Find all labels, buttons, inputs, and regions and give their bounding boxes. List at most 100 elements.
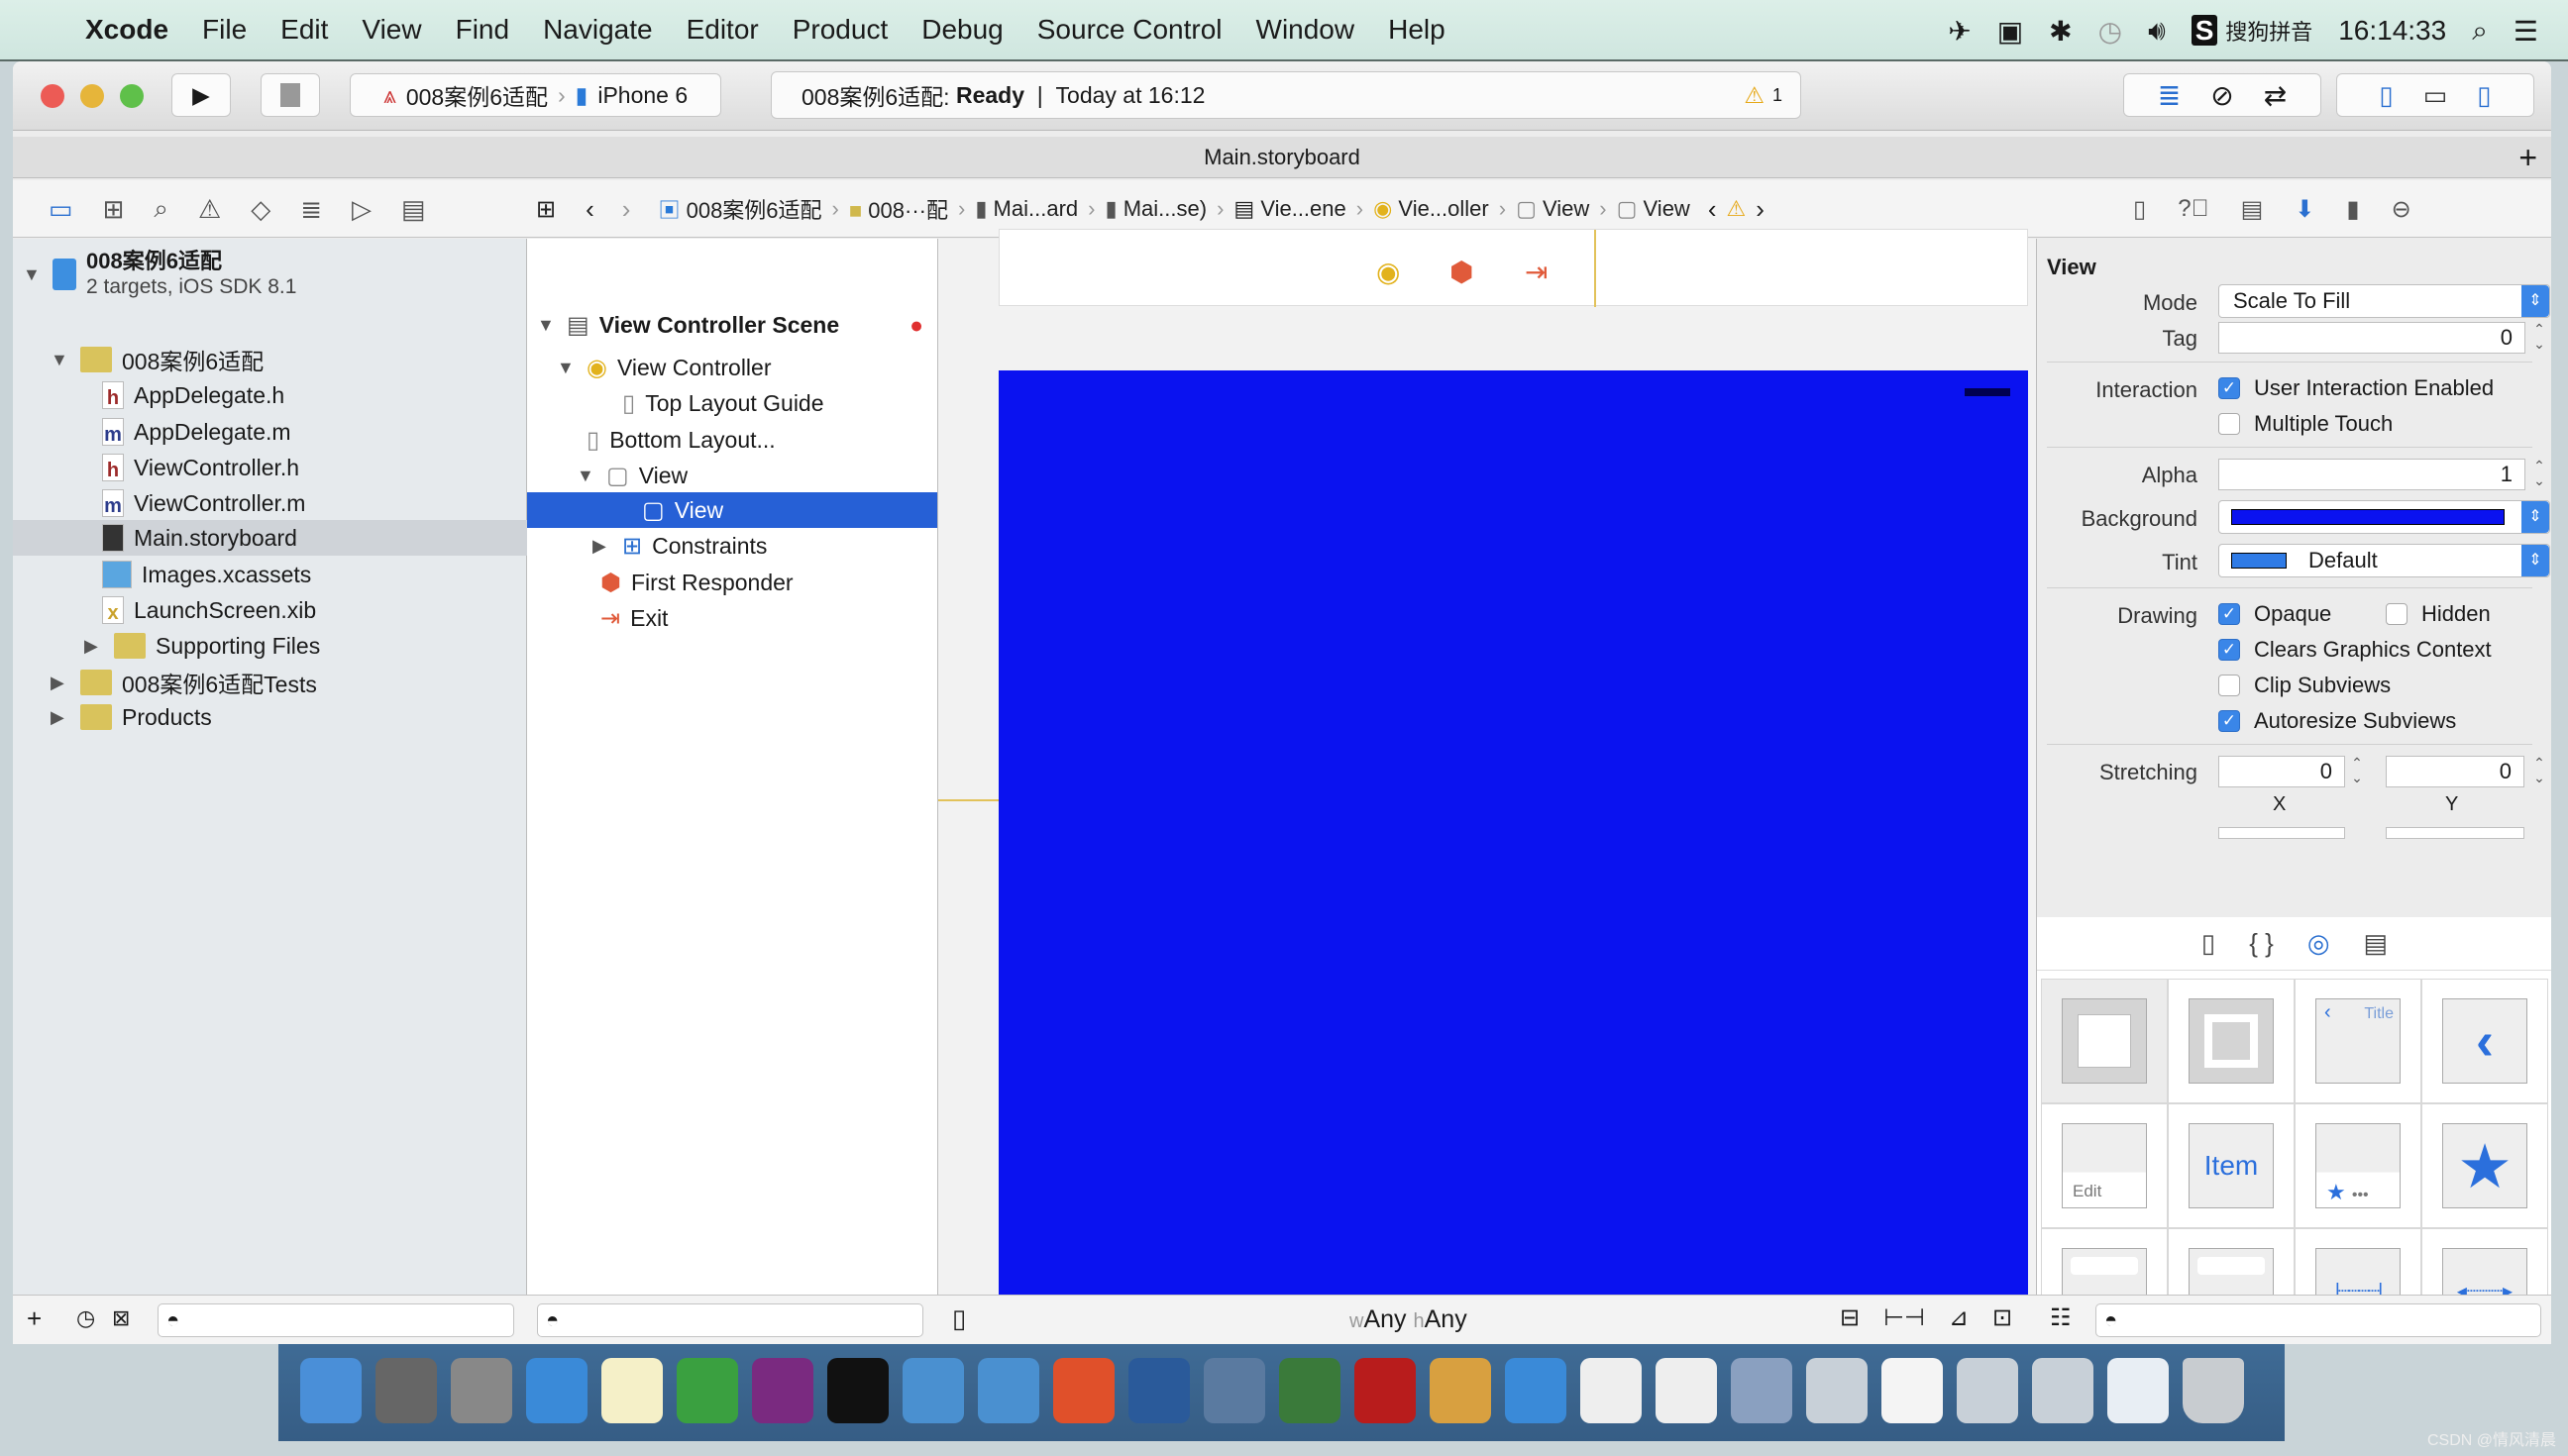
storyboard-canvas[interactable]: ◉ ⬢ ⇥ [938, 229, 2049, 1344]
navigator-item[interactable]: ▶ 008案例6适配Tests [13, 665, 527, 700]
prev-issue-icon[interactable]: ‹ [1708, 194, 1717, 225]
dock-snip-icon[interactable] [1128, 1358, 1190, 1423]
opaque-checkbox[interactable]: ✓ Opaque [2218, 601, 2331, 627]
navigation-bar-object[interactable]: Title ‹ [2295, 979, 2421, 1103]
find-navigator-icon[interactable]: ⌕ [154, 193, 168, 225]
navigator-filter-input[interactable]: ◓ [158, 1303, 514, 1337]
forward-icon[interactable]: › [622, 194, 631, 225]
multiple-touch-checkbox[interactable]: Multiple Touch [2218, 411, 2393, 437]
jump-view[interactable]: ▢ View [1516, 196, 1589, 222]
clears-graphics-checkbox[interactable]: ✓ Clears Graphics Context [2218, 637, 2492, 663]
bar-button-item-object[interactable]: Item [2168, 1103, 2295, 1228]
view-controller-icon[interactable]: ◉ [1376, 256, 1400, 288]
jump-scene[interactable]: ▤ Vie...ene [1233, 196, 1345, 222]
related-items-icon[interactable]: ⊞ [536, 195, 556, 224]
minimize-button[interactable] [80, 84, 104, 108]
zoom-button[interactable] [120, 84, 144, 108]
outline-item[interactable]: ▢ View [527, 492, 937, 528]
outline-item[interactable]: ▼ ▤ View Controller Scene ● [527, 307, 937, 343]
tag-field[interactable]: 0 [2218, 322, 2525, 354]
tab-main-storyboard[interactable]: Main.storyboard [1204, 145, 1360, 169]
tag-stepper[interactable]: ⌃ ⌄ [2530, 322, 2548, 354]
stop-button[interactable] [261, 73, 320, 117]
dock-imovie-icon[interactable] [1204, 1358, 1265, 1423]
navigator-item[interactable]: m ViewController.m [13, 485, 527, 521]
menu-file[interactable]: File [202, 14, 247, 46]
bluetooth-icon[interactable]: ✱ [2049, 15, 2072, 48]
menu-help[interactable]: Help [1388, 14, 1445, 46]
navigator-item[interactable]: Main.storyboard [13, 520, 527, 556]
jump-storyboard[interactable]: ▮ Mai...ard [975, 196, 1078, 222]
menu-view[interactable]: View [362, 14, 421, 46]
navigator-item[interactable]: ▼ 008案例6适配 [13, 342, 527, 377]
menu-find[interactable]: Find [456, 14, 509, 46]
debug-toggle-icon[interactable]: ▭ [2423, 80, 2448, 111]
alpha-field[interactable]: 1 [2218, 459, 2525, 490]
dock-document-icon[interactable] [1881, 1358, 1943, 1423]
disclosure-closed-icon[interactable]: ▶ [51, 673, 70, 693]
outline-item[interactable]: ▼ ◉ View Controller [527, 350, 937, 385]
quick-help-icon[interactable]: ?⃝ [2178, 195, 2208, 223]
assistant-editor-icon[interactable]: ⊘ [2210, 79, 2233, 112]
dock-word-icon[interactable] [1505, 1358, 1566, 1423]
jump-folder[interactable]: ■ 008···配 [849, 193, 948, 225]
object-library-icon[interactable]: ◎ [2307, 928, 2330, 959]
menu-editor[interactable]: Editor [687, 14, 759, 46]
dock-safari-icon[interactable] [526, 1358, 588, 1423]
disclosure-closed-icon[interactable]: ▶ [592, 536, 612, 557]
user-interaction-checkbox[interactable]: ✓ User Interaction Enabled [2218, 375, 2494, 401]
scheme-selector[interactable]: ⩓ 008案例6适配 › ▮ iPhone 6 [350, 73, 721, 117]
disclosure-closed-icon[interactable]: ▶ [84, 636, 104, 657]
navigator-item[interactable]: ▶ Supporting Files [13, 628, 527, 664]
report-navigator-icon[interactable]: ▤ [401, 194, 426, 225]
dock-screenshot-4-icon[interactable] [2107, 1358, 2169, 1423]
mode-popup[interactable]: Scale To Fill ⇕ [2218, 284, 2550, 318]
dock-app-loader-icon[interactable] [1656, 1358, 1717, 1423]
resolve-issues-icon[interactable]: ⊿ [1949, 1303, 1969, 1332]
menu-debug[interactable]: Debug [921, 14, 1004, 46]
disclosure-open-icon[interactable]: ▼ [51, 350, 70, 370]
standard-editor-icon[interactable]: ≣ [2158, 79, 2181, 112]
stretch-x-stepper[interactable]: ⌃ ⌄ [2348, 756, 2366, 787]
debug-navigator-icon[interactable]: ≣ [300, 194, 322, 225]
navigator-item[interactable]: h AppDelegate.h [13, 377, 527, 413]
toolbar-object[interactable]: Edit [2041, 1103, 2168, 1228]
exit-icon[interactable]: ⇥ [1525, 256, 1548, 288]
menu-app[interactable]: Xcode [85, 14, 168, 46]
disclosure-open-icon[interactable]: ▼ [577, 466, 596, 486]
navigator-item[interactable]: h ViewController.h [13, 450, 527, 485]
navigator-item[interactable]: ▶ Products [13, 699, 527, 735]
run-button[interactable]: ▶ [171, 73, 231, 117]
navigator-item[interactable]: Images.xcassets [13, 557, 527, 592]
dock-system-preferences-icon[interactable] [375, 1358, 437, 1423]
airplane-icon[interactable]: ✈ [1948, 15, 1971, 48]
outline-item[interactable]: ▯ Bottom Layout... [527, 422, 937, 458]
menu-product[interactable]: Product [793, 14, 889, 46]
size-inspector-icon[interactable]: ▮ [2346, 195, 2359, 224]
stretch-x-field[interactable]: 0 [2218, 756, 2345, 787]
dock-terminal-icon[interactable] [827, 1358, 889, 1423]
menu-window[interactable]: Window [1256, 14, 1355, 46]
disclosure-closed-icon[interactable]: ▶ [51, 707, 70, 728]
view-object[interactable] [2041, 979, 2168, 1103]
menu-edit[interactable]: Edit [280, 14, 328, 46]
size-class-control[interactable]: wAny hAny [1349, 1305, 1467, 1334]
file-inspector-icon[interactable]: ▯ [2133, 195, 2146, 224]
list-view-icon[interactable]: ☷ [2050, 1303, 2072, 1332]
library-filter-input[interactable]: ◓ [2095, 1303, 2541, 1337]
add-icon[interactable]: + [27, 1303, 42, 1334]
back-icon[interactable]: ‹ [586, 194, 594, 225]
menu-navigate[interactable]: Navigate [543, 14, 653, 46]
connections-inspector-icon[interactable]: ⊖ [2392, 195, 2411, 224]
outline-item[interactable]: ▶ ⊞ Constraints [527, 528, 937, 564]
disclosure-open-icon[interactable]: ▼ [23, 264, 43, 285]
jump-storyboard-base[interactable]: ▮ Mai...se) [1105, 196, 1207, 222]
dock-instruments-icon[interactable] [1580, 1358, 1642, 1423]
dock-xcode-beta-icon[interactable] [978, 1358, 1039, 1423]
utilities-toggle-icon[interactable]: ▯ [2477, 80, 2491, 111]
bar-button-back-object[interactable]: ‹ [2421, 979, 2548, 1103]
jump-project[interactable]: ▣ 008案例6适配 [658, 193, 821, 225]
code-snippet-icon[interactable]: { } [2249, 928, 2274, 959]
dock-pages-icon[interactable] [1430, 1358, 1491, 1423]
dock-launchpad-icon[interactable] [451, 1358, 512, 1423]
